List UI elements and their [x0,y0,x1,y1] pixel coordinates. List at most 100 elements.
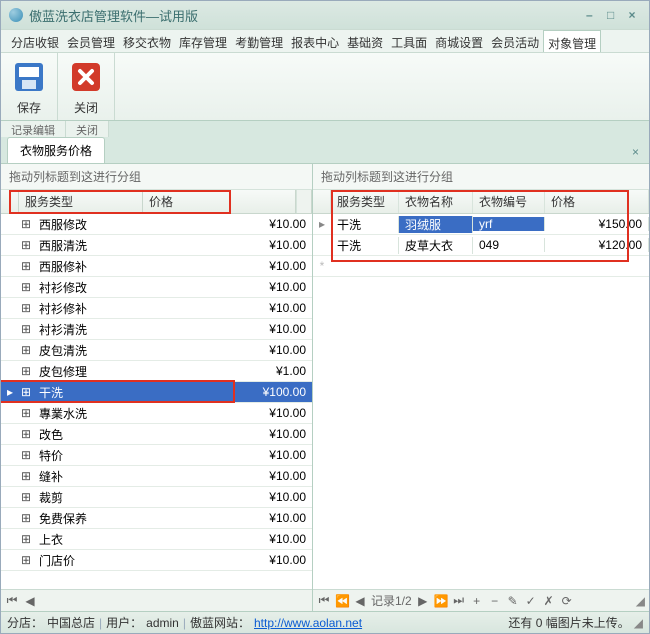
cell-type: 皮包清洗 [33,342,141,359]
left-pane: 拖动列标题到这进行分组 服务类型 价格 ⊞西服修改¥10.00⊞西服清洗¥10.… [1,164,313,611]
nav-next[interactable]: ▶ [416,594,430,608]
nav-prev[interactable]: ◀ [353,594,367,608]
table-row[interactable]: ⊞皮包修理¥1.00 [1,361,312,382]
menu-5[interactable]: 报表中心 [287,30,343,52]
nav-edit[interactable]: ✎ [506,594,520,608]
menu-9[interactable]: 会员活动 [487,30,543,52]
right-group-hint[interactable]: 拖动列标题到这进行分组 [313,164,649,190]
tab-clothing-price[interactable]: 衣物服务价格 [7,137,105,163]
col-r-code[interactable]: 衣物编号 [473,190,545,213]
table-row[interactable]: ⊞衬衫修改¥10.00 [1,277,312,298]
table-row[interactable]: ▸⊞干洗¥100.00 [1,382,312,403]
cell-item: 羽绒服 [399,216,473,233]
nav-del[interactable]: − [488,594,502,608]
expand-icon[interactable]: ⊞ [19,322,33,336]
menu-10[interactable]: 对象管理 [543,30,601,52]
nav-nextpage[interactable]: ⏩ [434,594,448,608]
table-row[interactable]: 干洗皮草大衣049¥120.00 [313,235,649,256]
table-row[interactable]: ⊞西服修补¥10.00 [1,256,312,277]
table-row[interactable]: ⊞西服清洗¥10.00 [1,235,312,256]
expand-icon[interactable]: ⊞ [19,448,33,462]
expand-icon[interactable]: ⊞ [19,469,33,483]
expand-icon[interactable]: ⊞ [19,385,33,399]
menu-0[interactable]: 分店收银 [7,30,63,52]
table-row[interactable]: ⊞裁剪¥10.00 [1,487,312,508]
expand-icon[interactable]: ⊞ [19,301,33,315]
table-row[interactable]: ⊞上衣¥10.00 [1,529,312,550]
table-row[interactable]: ⊞门店价¥10.00 [1,550,312,571]
expand-icon[interactable]: ⊞ [19,427,33,441]
maximize-button[interactable]: □ [602,8,620,22]
col-price[interactable]: 价格 [143,190,296,213]
cell-price: ¥10.00 [141,406,312,420]
expand-icon[interactable]: ⊞ [19,238,33,252]
cell-price: ¥150.00 [545,217,649,231]
right-grid-body[interactable]: ▸干洗羽绒服yrf¥150.00干洗皮草大衣049¥120.00 * [313,214,649,589]
nav-prevpage[interactable]: ⏪ [335,594,349,608]
menu-6[interactable]: 基础资 [343,30,387,52]
table-row[interactable]: ⊞缝补¥10.00 [1,466,312,487]
table-row[interactable]: ⊞西服修改¥10.00 [1,214,312,235]
menu-1[interactable]: 会员管理 [63,30,119,52]
close-button[interactable] [66,57,106,97]
nav-refresh[interactable]: ⟳ [560,594,574,608]
cell-type: 干洗 [331,237,399,254]
expand-icon[interactable]: ⊞ [19,343,33,357]
table-row[interactable]: ▸干洗羽绒服yrf¥150.00 [313,214,649,235]
expand-icon[interactable]: ⊞ [19,490,33,504]
menu-8[interactable]: 商城设置 [431,30,487,52]
status-site-link[interactable]: http://www.aolan.net [254,616,362,630]
table-row[interactable]: ⊞衬衫清洗¥10.00 [1,319,312,340]
tab-strip: 衣物服务价格 × [1,137,649,163]
col-r-price[interactable]: 价格 [545,190,649,213]
table-row[interactable]: ⊞免费保养¥10.00 [1,508,312,529]
row-indicator-icon: ▸ [1,385,19,399]
nav-first[interactable]: ⏮ [317,593,331,608]
new-row[interactable]: * [313,256,649,277]
window-title: 傲蓝洗衣店管理软件—试用版 [29,6,580,25]
tab-close-button[interactable]: × [628,141,643,163]
nav-first[interactable]: ⏮ [5,593,19,608]
nav-prev[interactable]: ◀ [23,594,37,608]
close-window-button[interactable]: × [623,8,641,22]
save-button[interactable] [9,57,49,97]
expand-icon[interactable]: ⊞ [19,364,33,378]
table-row[interactable]: ⊞專業水洗¥10.00 [1,403,312,424]
resize-grip-icon[interactable]: ◢ [636,594,645,608]
table-row[interactable]: ⊞衬衫修补¥10.00 [1,298,312,319]
expand-icon[interactable]: ⊞ [19,553,33,567]
nav-cancel[interactable]: ✗ [542,594,556,608]
cell-type: 裁剪 [33,489,141,506]
status-bar: 分店： 中国总店 | 用户： admin | 傲蓝网站： http://www.… [1,611,649,633]
expand-icon[interactable]: ⊞ [19,511,33,525]
status-branch: 中国总店 [47,614,95,631]
nav-check[interactable]: ✓ [524,594,538,608]
menu-2[interactable]: 移交衣物 [119,30,175,52]
expand-icon[interactable]: ⊞ [19,532,33,546]
menu-4[interactable]: 考勤管理 [231,30,287,52]
expand-icon[interactable]: ⊞ [19,406,33,420]
status-user: admin [146,616,179,630]
table-row[interactable]: ⊞特价¥10.00 [1,445,312,466]
expand-icon[interactable]: ⊞ [19,259,33,273]
nav-add[interactable]: + [470,594,484,608]
resize-grip-icon[interactable]: ◢ [634,616,643,630]
col-r-item[interactable]: 衣物名称 [399,190,473,213]
left-group-hint[interactable]: 拖动列标题到这进行分组 [1,164,312,190]
status-site-label: 傲蓝网站： [190,614,250,631]
cell-type: 衬衫清洗 [33,321,141,338]
col-r-type[interactable]: 服务类型 [331,190,399,213]
toolbar: 保存 关闭 [1,53,649,121]
expand-icon[interactable]: ⊞ [19,280,33,294]
new-row-icon: * [313,259,331,273]
expand-icon[interactable]: ⊞ [19,217,33,231]
table-row[interactable]: ⊞皮包清洗¥10.00 [1,340,312,361]
menu-3[interactable]: 库存管理 [175,30,231,52]
cell-type: 衬衫修补 [33,300,141,317]
minimize-button[interactable]: – [580,8,598,22]
nav-last[interactable]: ⏭ [452,593,466,608]
left-grid-body[interactable]: ⊞西服修改¥10.00⊞西服清洗¥10.00⊞西服修补¥10.00⊞衬衫修改¥1… [1,214,312,589]
table-row[interactable]: ⊞改色¥10.00 [1,424,312,445]
col-service-type[interactable]: 服务类型 [19,190,143,213]
menu-7[interactable]: 工具面 [387,30,431,52]
